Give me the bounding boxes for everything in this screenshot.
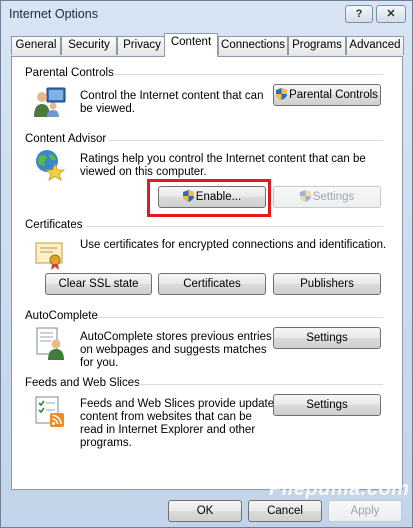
title-bar: Internet Options ? ✕ <box>1 1 412 29</box>
uac-shield-icon <box>276 87 288 100</box>
divider <box>109 140 383 141</box>
feeds-desc-line1: Feeds and Web Slices provide updated <box>80 398 281 410</box>
advisor-settings-label: Settings <box>312 191 355 203</box>
advisor-settings-button[interactable]: Settings <box>273 186 381 208</box>
feeds-desc-line4: programs. <box>80 437 132 449</box>
publishers-button[interactable]: Publishers <box>273 273 381 295</box>
divider <box>97 317 383 318</box>
autocomplete-icon <box>33 326 67 360</box>
autocomplete-desc-line1: AutoComplete stores previous entries <box>80 331 272 343</box>
feeds-heading: Feeds and Web Slices <box>25 377 140 389</box>
tab-content[interactable]: Content <box>164 33 218 57</box>
content-advisor-heading: Content Advisor <box>25 133 107 145</box>
certificates-button[interactable]: Certificates <box>158 273 266 295</box>
feeds-icon <box>33 395 67 429</box>
certificates-heading: Certificates <box>25 219 83 231</box>
divider <box>113 74 383 75</box>
help-button[interactable]: ? <box>345 5 373 23</box>
parental-controls-button-label: Parental Controls <box>289 89 378 101</box>
autocomplete-desc-line3: for you. <box>80 357 119 369</box>
autocomplete-desc-line2: on webpages and suggests matches <box>80 344 267 356</box>
tab-privacy[interactable]: Privacy <box>117 36 167 55</box>
apply-button[interactable]: Apply <box>328 500 402 522</box>
internet-options-window: Internet Options ? ✕ General Security Pr… <box>0 0 413 528</box>
certificates-desc: Use certificates for encrypted connectio… <box>80 239 387 251</box>
advisor-desc-line1: Ratings help you control the Internet co… <box>80 153 366 165</box>
autocomplete-settings-button[interactable]: Settings <box>273 327 381 349</box>
highlight-annotation <box>147 179 271 217</box>
autocomplete-heading: AutoComplete <box>25 310 98 322</box>
certificate-icon <box>33 237 67 271</box>
parental-desc-line1: Control the Internet content that can <box>80 90 264 102</box>
content-advisor-icon <box>33 148 67 182</box>
tab-connections[interactable]: Connections <box>218 36 288 55</box>
tab-security[interactable]: Security <box>61 36 117 55</box>
watermark-text: Filepuma.com <box>269 478 410 500</box>
parental-desc-line2: be viewed. <box>80 103 135 115</box>
parental-controls-heading: Parental Controls <box>25 67 114 79</box>
close-button[interactable]: ✕ <box>376 5 406 23</box>
advisor-desc-line2: viewed on this computer. <box>80 166 207 178</box>
feeds-settings-button[interactable]: Settings <box>273 394 381 416</box>
cancel-button[interactable]: Cancel <box>248 500 322 522</box>
divider <box>87 226 383 227</box>
window-title: Internet Options <box>9 7 98 21</box>
uac-shield-icon <box>299 189 311 202</box>
divider <box>134 384 383 385</box>
tab-general[interactable]: General <box>11 36 61 55</box>
tab-programs[interactable]: Programs <box>288 36 346 55</box>
parental-controls-button[interactable]: Parental Controls <box>273 84 381 106</box>
parental-controls-icon <box>33 85 67 119</box>
feeds-desc-line2: content from websites that can be <box>80 411 252 423</box>
feeds-desc-line3: read in Internet Explorer and other <box>80 424 256 436</box>
ok-button[interactable]: OK <box>168 500 242 522</box>
clear-ssl-state-button[interactable]: Clear SSL state <box>45 273 152 295</box>
tab-advanced[interactable]: Advanced <box>346 36 404 55</box>
